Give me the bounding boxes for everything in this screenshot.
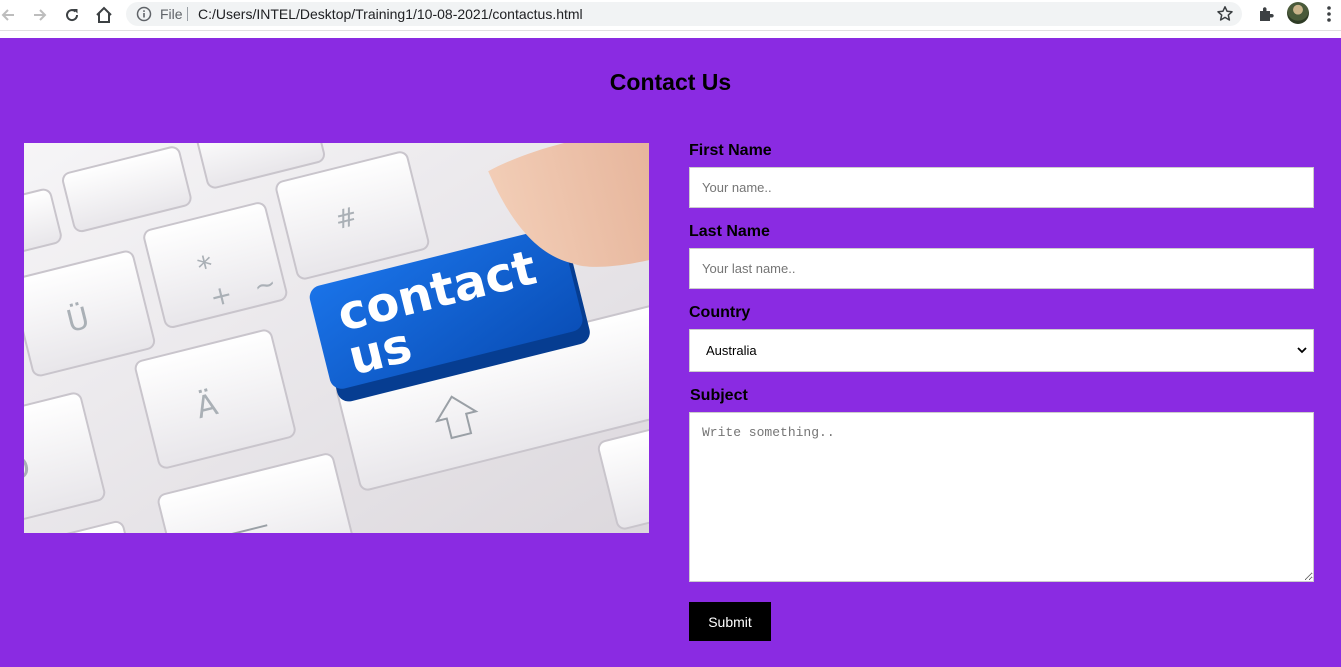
home-icon xyxy=(96,6,112,23)
star-icon[interactable] xyxy=(1216,5,1234,23)
address-bar[interactable]: File C:/Users/INTEL/Desktop/Training1/10… xyxy=(126,2,1242,26)
page-title: Contact Us xyxy=(609,69,732,95)
forward-arrow-icon xyxy=(34,9,47,21)
contact-hero-image: Ü * + ~ # Ä Ö contact us xyxy=(24,143,649,533)
url-text[interactable]: C:/Users/INTEL/Desktop/Training1/10-08-2… xyxy=(198,6,583,22)
home-button[interactable] xyxy=(92,3,116,27)
submit-button[interactable]: Submit xyxy=(689,602,771,641)
scheme-label: File xyxy=(160,6,183,22)
info-icon[interactable] xyxy=(136,6,152,22)
last-name-label: Last Name xyxy=(689,223,770,240)
back-arrow-icon xyxy=(1,9,14,21)
country-label: Country xyxy=(689,304,751,321)
country-select[interactable]: Australia xyxy=(689,329,1314,372)
forward-button[interactable] xyxy=(28,3,52,27)
last-name-input[interactable] xyxy=(689,248,1314,289)
subject-label: Subject xyxy=(690,387,748,404)
first-name-label: First Name xyxy=(689,142,772,159)
reload-icon xyxy=(66,9,79,22)
reload-button[interactable] xyxy=(60,3,84,27)
browser-toolbar: File C:/Users/INTEL/Desktop/Training1/10… xyxy=(0,0,1341,31)
page-body: Contact Us Ü * + ~ # Ä Ö contact us Firs… xyxy=(0,38,1341,667)
extensions-puzzle-icon[interactable] xyxy=(1256,4,1276,24)
country-select-value: Australia xyxy=(706,343,757,358)
keyboard-illustration: Ü * + ~ # Ä Ö contact us xyxy=(24,143,649,533)
subject-textarea[interactable] xyxy=(689,412,1314,582)
kebab-menu-icon[interactable] xyxy=(1322,4,1336,24)
back-button[interactable] xyxy=(0,3,20,27)
chevron-down-icon xyxy=(1297,347,1307,354)
profile-avatar[interactable] xyxy=(1287,2,1309,24)
address-divider xyxy=(187,7,188,21)
first-name-input[interactable] xyxy=(689,167,1314,208)
